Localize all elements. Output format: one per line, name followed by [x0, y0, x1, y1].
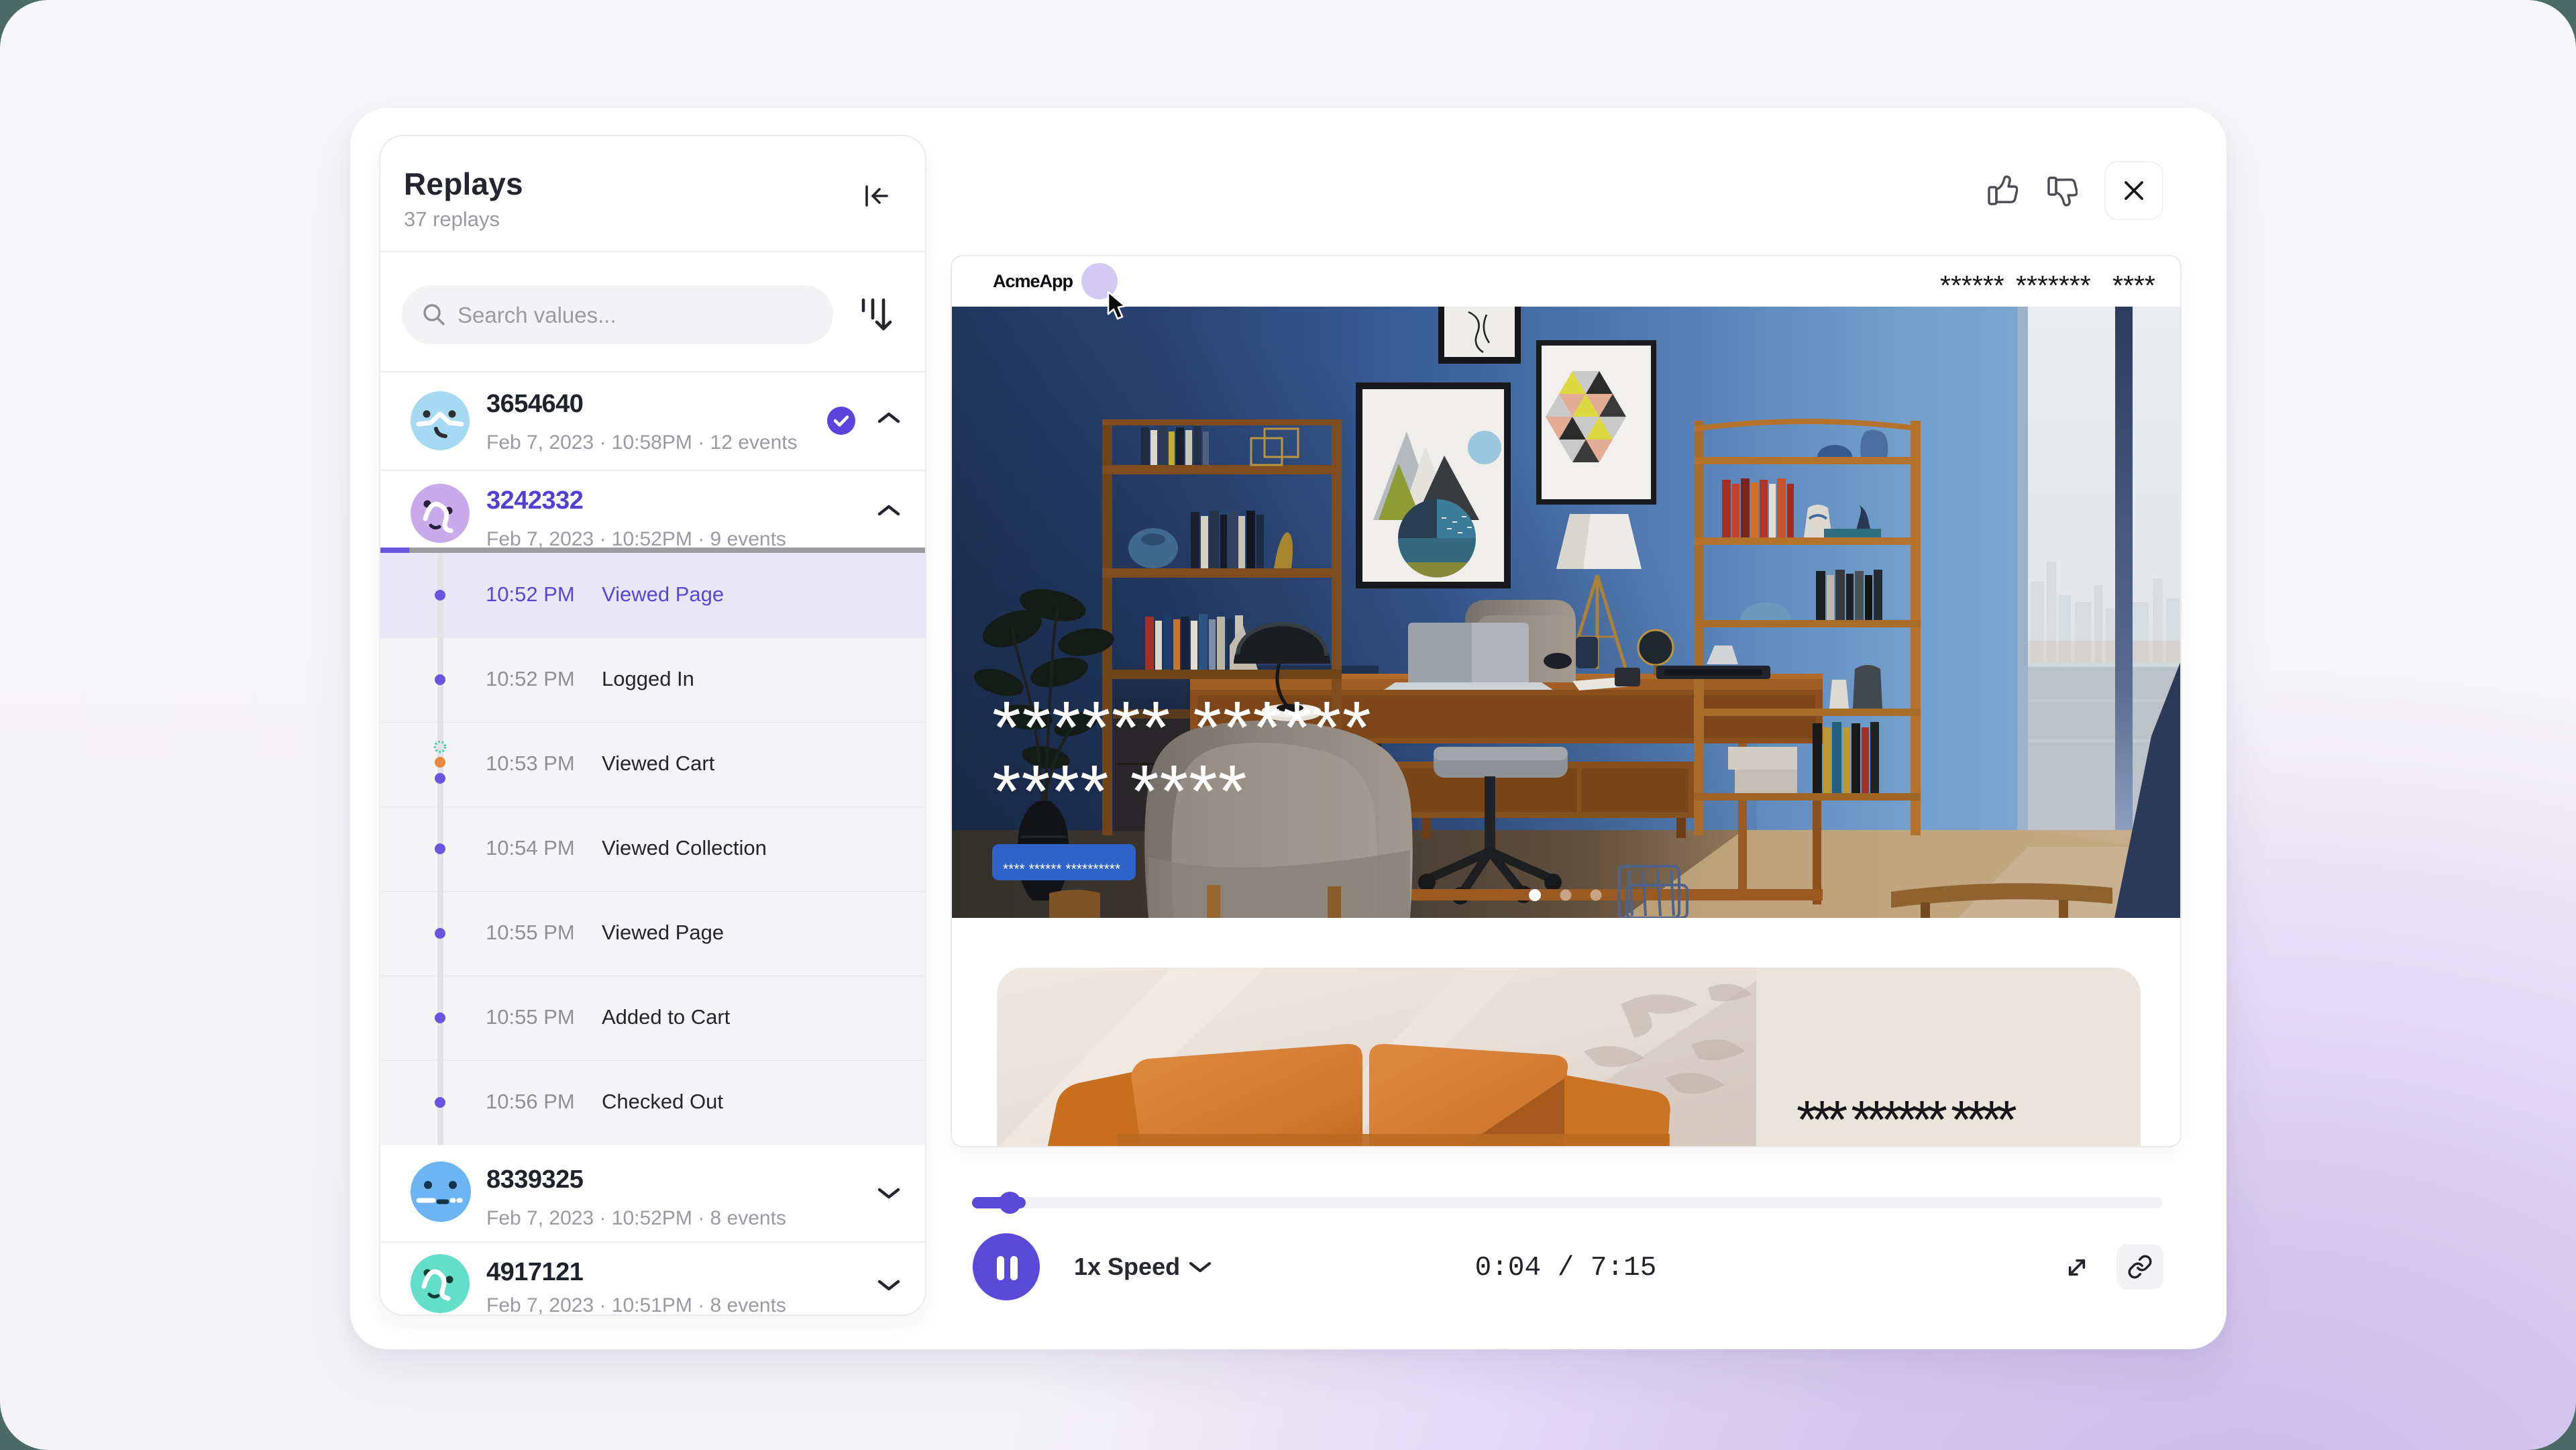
svg-text:**** ****** **********: **** ****** ********** — [1003, 862, 1120, 877]
svg-text:**** ****: **** **** — [992, 750, 1247, 833]
svg-text:*** ****** ****: *** ****** **** — [1796, 1090, 2017, 1147]
